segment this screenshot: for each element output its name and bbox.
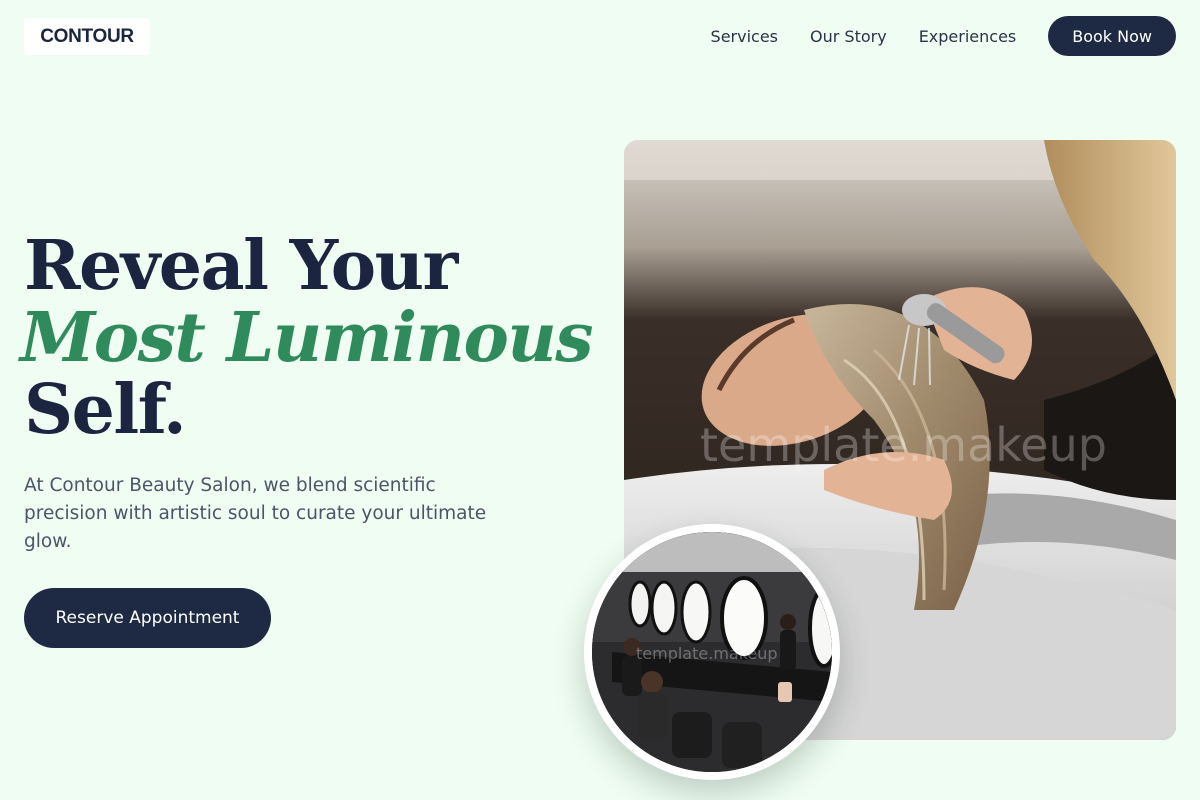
inset-image-salon-interior: template.makeup	[584, 524, 840, 780]
nav-link-experiences[interactable]: Experiences	[919, 27, 1017, 46]
landing-page: CONTOUR Services Our Story Experiences B…	[0, 0, 1200, 800]
salon-chair-1	[672, 712, 712, 758]
main-nav: Services Our Story Experiences Book Now	[711, 16, 1176, 56]
brand-logo[interactable]: CONTOUR	[24, 18, 150, 55]
inset-image-frame: template.makeup	[592, 532, 832, 772]
headline-line-3: Self.	[24, 370, 187, 450]
salon-chair-2	[722, 722, 762, 768]
mirror-1	[628, 580, 652, 628]
mirror-2	[650, 580, 678, 636]
mirror-3	[680, 580, 712, 644]
headline-accent: Most Luminous	[20, 298, 594, 378]
book-now-button[interactable]: Book Now	[1048, 16, 1176, 56]
main-image-watermark: template.makeup	[700, 418, 1107, 472]
brand-logo-text: CONTOUR	[40, 25, 134, 47]
headline-line-1: Reveal Your	[24, 226, 458, 306]
reserve-appointment-button[interactable]: Reserve Appointment	[24, 588, 271, 648]
nav-link-services[interactable]: Services	[711, 27, 778, 46]
mirror-5	[808, 588, 832, 668]
nav-link-our-story[interactable]: Our Story	[810, 27, 887, 46]
hero-description: At Contour Beauty Salon, we blend scient…	[24, 475, 487, 552]
inset-image-watermark: template.makeup	[636, 644, 778, 663]
hero-headline: Reveal Your Most Luminous Self.	[20, 226, 594, 450]
